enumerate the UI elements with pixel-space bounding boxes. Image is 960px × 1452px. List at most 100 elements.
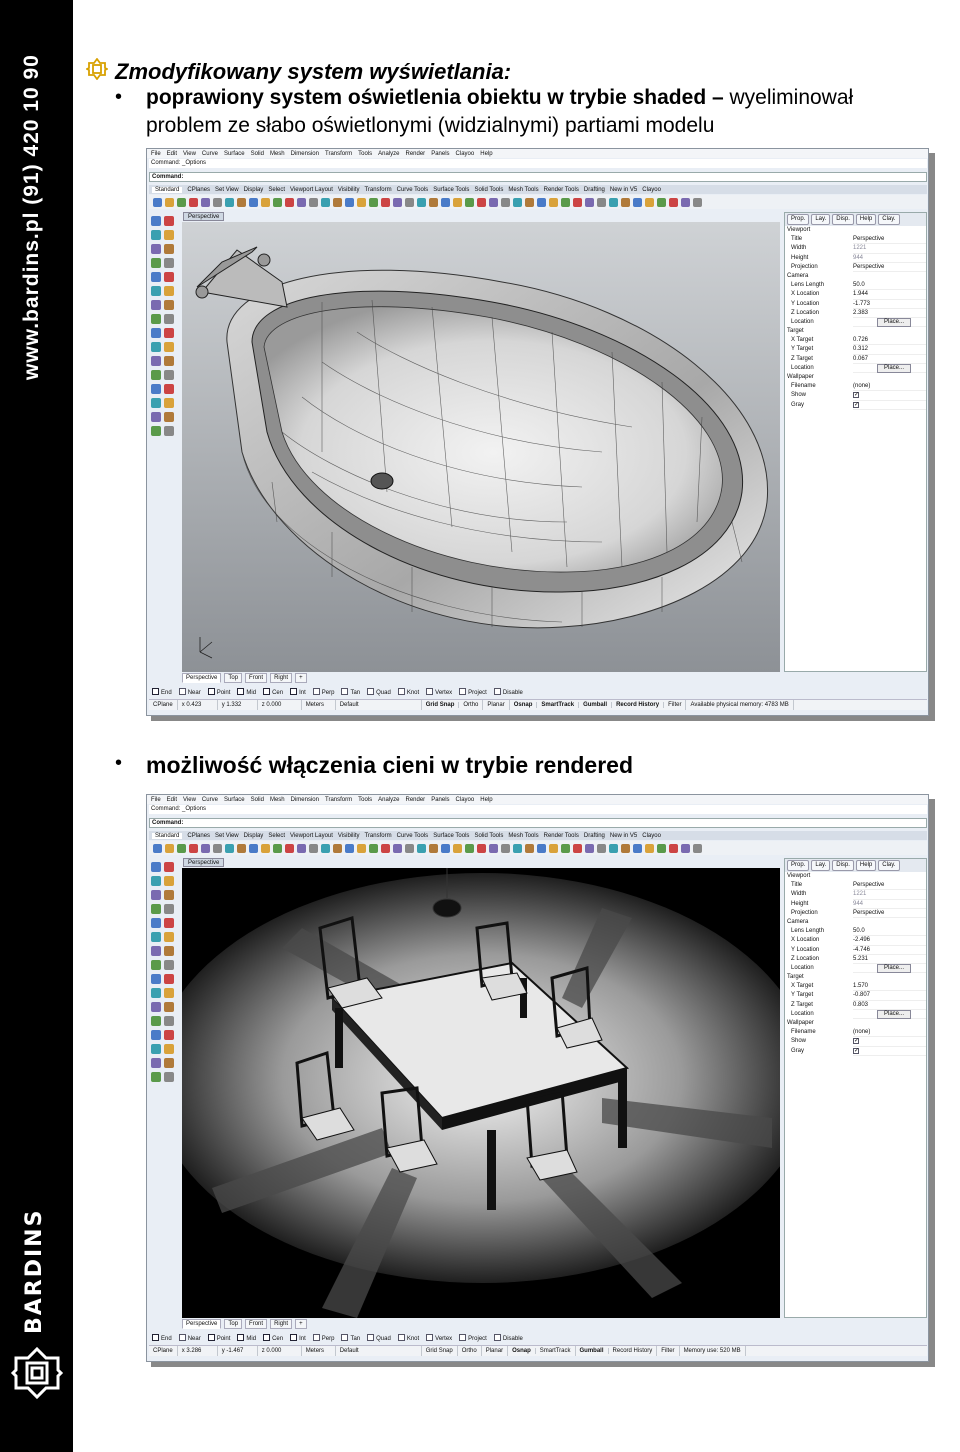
- toolbar-tool-icon[interactable]: [321, 843, 330, 853]
- toolbar-tool-icon[interactable]: [573, 843, 582, 853]
- toolbar-tool-icon[interactable]: [609, 843, 618, 853]
- tab-surface-tools[interactable]: Surface Tools: [433, 833, 469, 839]
- tab-render-tools[interactable]: Render Tools: [544, 187, 579, 193]
- left-tool-icon[interactable]: [164, 890, 174, 900]
- left-tool-icon[interactable]: [164, 328, 174, 338]
- value-projection[interactable]: Perspective: [853, 909, 926, 918]
- panel-tab-layers[interactable]: Lay.: [811, 860, 831, 871]
- toolbar-tool-icon[interactable]: [165, 197, 174, 207]
- left-tool-icon[interactable]: [164, 862, 174, 872]
- menu-panels[interactable]: Panels: [431, 797, 449, 803]
- toolbar-tool-icon[interactable]: [465, 843, 474, 853]
- left-tool-icon[interactable]: [151, 876, 161, 886]
- toolbar-tool-icon[interactable]: [285, 843, 294, 853]
- target-place-button[interactable]: Place...: [877, 363, 912, 373]
- snap-cen[interactable]: Cen: [263, 688, 283, 696]
- snap-tan[interactable]: Tan: [341, 688, 360, 696]
- left-tool-icon[interactable]: [164, 1072, 174, 1082]
- left-tool-icon[interactable]: [164, 300, 174, 310]
- menu-file[interactable]: File: [151, 797, 161, 803]
- left-tool-icon[interactable]: [164, 876, 174, 886]
- snap-perp[interactable]: Perp: [313, 1334, 335, 1342]
- left-tool-icon[interactable]: [151, 426, 161, 436]
- left-tool-icon[interactable]: [164, 342, 174, 352]
- toolbar-tool-icon[interactable]: [513, 197, 522, 207]
- menu-mesh[interactable]: Mesh: [270, 797, 285, 803]
- status-filter[interactable]: Filter: [657, 1346, 680, 1356]
- viewport-title[interactable]: Perspective: [183, 858, 225, 867]
- left-tool-icon[interactable]: [164, 244, 174, 254]
- status-ortho[interactable]: Ortho: [459, 700, 484, 710]
- toolbar-tool-icon[interactable]: [249, 197, 258, 207]
- tab-viewport-layout[interactable]: Viewport Layout: [290, 833, 333, 839]
- toolbar-tool-icon[interactable]: [501, 843, 510, 853]
- toolbar-tool-icon[interactable]: [153, 197, 162, 207]
- snap-knot[interactable]: Knot: [398, 688, 419, 696]
- toolbar-tool-icon[interactable]: [381, 843, 390, 853]
- viewport-tab-front[interactable]: Front: [245, 1319, 268, 1329]
- tab-clayoo[interactable]: Clayoo: [642, 187, 661, 193]
- left-tool-icon[interactable]: [151, 1016, 161, 1026]
- left-tool-icon[interactable]: [151, 1030, 161, 1040]
- toolbar-tool-icon[interactable]: [489, 843, 498, 853]
- left-tool-icon[interactable]: [151, 398, 161, 408]
- toolbar-tool-icon[interactable]: [189, 843, 198, 853]
- toolbar-tool-icon[interactable]: [585, 197, 594, 207]
- toolbar-tool-icon[interactable]: [165, 843, 174, 853]
- toolbar-tool-icon[interactable]: [357, 197, 366, 207]
- left-tool-icon[interactable]: [164, 426, 174, 436]
- panel-tab-clayoo[interactable]: Clay.: [878, 860, 900, 871]
- menu-file[interactable]: File: [151, 151, 161, 157]
- snap-mid[interactable]: Mid: [237, 688, 256, 696]
- viewport-shaded[interactable]: [182, 222, 780, 672]
- menu-analyze[interactable]: Analyze: [378, 797, 399, 803]
- toolbar-tool-icon[interactable]: [405, 843, 414, 853]
- toolbar-tool-icon[interactable]: [693, 843, 702, 853]
- tab-standard[interactable]: Standard: [152, 186, 183, 193]
- snap-project[interactable]: Project: [459, 1334, 487, 1342]
- toolbar-tool-icon[interactable]: [309, 197, 318, 207]
- toolbar-tool-icon[interactable]: [657, 197, 666, 207]
- toolbar-tool-icon[interactable]: [429, 197, 438, 207]
- left-tool-icon[interactable]: [164, 412, 174, 422]
- menu-solid[interactable]: Solid: [251, 797, 264, 803]
- left-tool-icon[interactable]: [151, 258, 161, 268]
- toolbar-tool-icon[interactable]: [273, 843, 282, 853]
- menu-panels[interactable]: Panels: [431, 151, 449, 157]
- panel-tab-display[interactable]: Disp.: [832, 214, 854, 225]
- left-tool-icon[interactable]: [164, 258, 174, 268]
- menu-transform[interactable]: Transform: [325, 151, 352, 157]
- status-layer[interactable]: Default: [336, 700, 422, 710]
- menu-dimension[interactable]: Dimension: [291, 797, 319, 803]
- camera-place-button[interactable]: Place...: [877, 963, 912, 973]
- toolbar-tool-icon[interactable]: [417, 197, 426, 207]
- tab-new-in-v5[interactable]: New in V5: [610, 187, 637, 193]
- status-filter[interactable]: Filter: [664, 700, 687, 710]
- menu-view[interactable]: View: [183, 151, 196, 157]
- toolbar-tool-icon[interactable]: [213, 197, 222, 207]
- snap-near[interactable]: Near: [179, 1334, 201, 1342]
- tab-clayoo[interactable]: Clayoo: [642, 833, 661, 839]
- toolbar-tool-icon[interactable]: [489, 197, 498, 207]
- target-place-button[interactable]: Place...: [877, 1009, 912, 1019]
- menu-curve[interactable]: Curve: [202, 797, 218, 803]
- toolbar-tool-icon[interactable]: [645, 843, 654, 853]
- value-z-target[interactable]: 0.803: [853, 1001, 926, 1010]
- tab-curve-tools[interactable]: Curve Tools: [397, 187, 429, 193]
- tab-transform[interactable]: Transform: [364, 187, 391, 193]
- tab-select[interactable]: Select: [268, 187, 285, 193]
- left-tool-icon[interactable]: [151, 1072, 161, 1082]
- left-tool-icon[interactable]: [164, 216, 174, 226]
- command-input[interactable]: Command:: [149, 172, 927, 182]
- value-z-location[interactable]: 5.231: [853, 955, 926, 964]
- menu-surface[interactable]: Surface: [224, 797, 245, 803]
- value-y-location[interactable]: -1.773: [853, 300, 926, 309]
- toolbar-tool-icon[interactable]: [657, 843, 666, 853]
- value-x-target[interactable]: 1.570: [853, 982, 926, 992]
- toolbar-tool-icon[interactable]: [561, 843, 570, 853]
- status-planar[interactable]: Planar: [483, 700, 510, 710]
- toolbar-tool-icon[interactable]: [573, 197, 582, 207]
- snap-point[interactable]: Point: [208, 1334, 231, 1342]
- left-tool-icon[interactable]: [164, 1016, 174, 1026]
- left-tool-icon[interactable]: [164, 988, 174, 998]
